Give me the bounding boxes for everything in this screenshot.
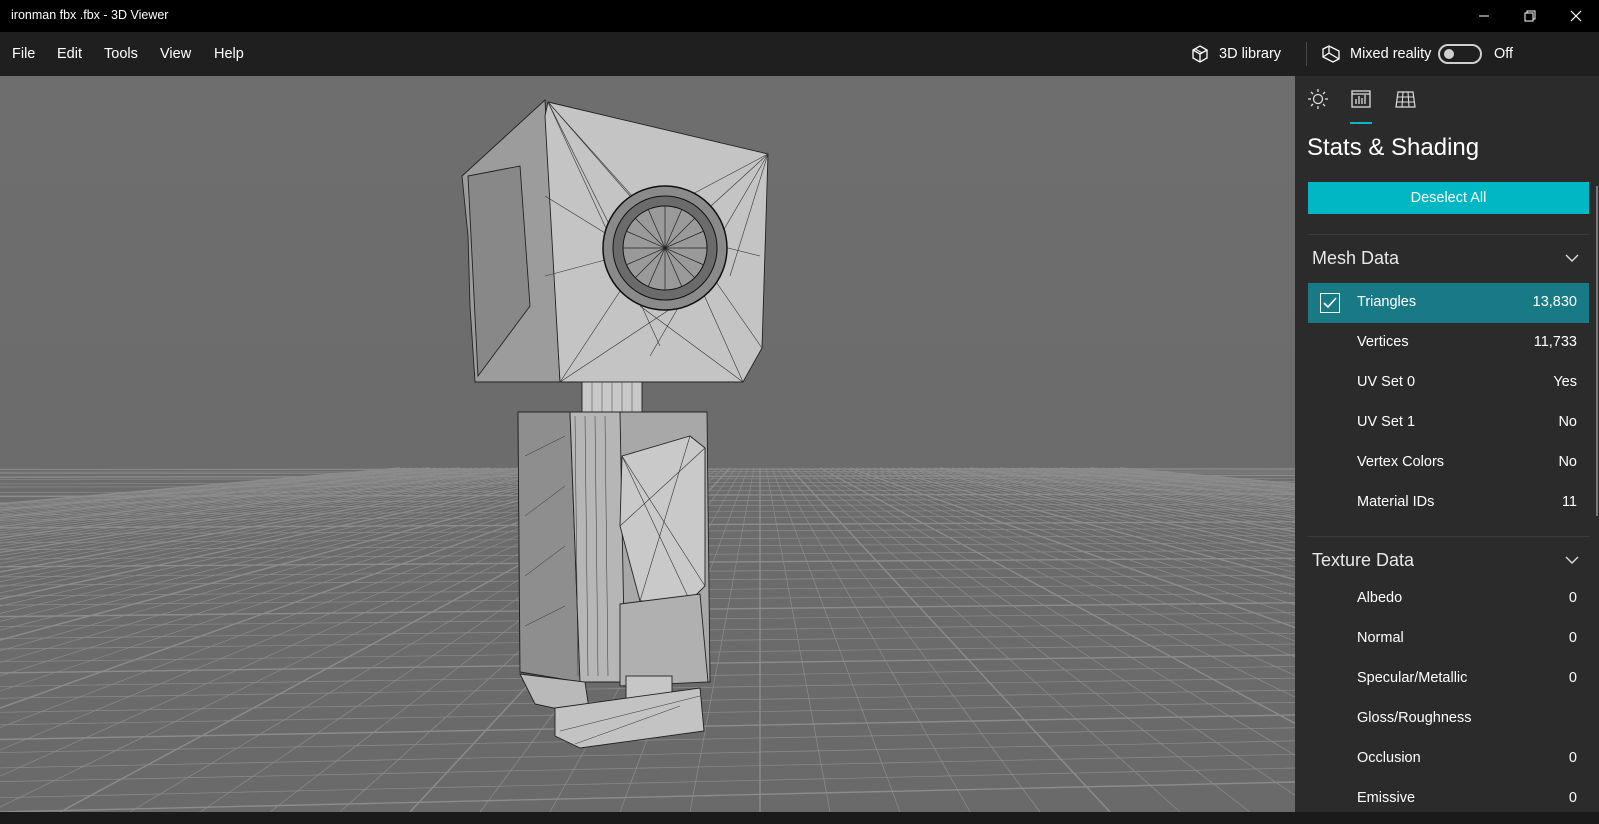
row-value: 0 [1568, 630, 1577, 646]
checkbox-checked[interactable] [1320, 293, 1340, 313]
mixed-reality-icon [1322, 45, 1340, 63]
row-label: UV Set 0 [1357, 374, 1416, 390]
stats-icon [1351, 90, 1371, 108]
close-icon [1570, 10, 1582, 22]
texture-row-occlusion[interactable]: Occlusion 0 [1308, 739, 1589, 779]
panel-scrollbar[interactable] [1596, 186, 1598, 516]
row-value: 0 [1568, 750, 1577, 766]
row-value: 13,830 [1532, 294, 1577, 310]
mesh-row-triangles[interactable]: Triangles 13,830 [1308, 283, 1589, 323]
row-label: UV Set 1 [1357, 414, 1416, 430]
row-value: No [1558, 454, 1577, 470]
texture-data-header[interactable]: Texture Data [1312, 550, 1414, 571]
row-label: Vertex Colors [1357, 454, 1445, 470]
mesh-row-uv-set-0[interactable]: UV Set 0 Yes [1308, 363, 1589, 403]
row-label: Specular/Metallic [1357, 670, 1468, 686]
mesh-row-vertices[interactable]: Vertices 11,733 [1308, 323, 1589, 363]
mesh-row-material-ids[interactable]: Material IDs 11 [1308, 483, 1589, 523]
mesh-data-header[interactable]: Mesh Data [1312, 248, 1399, 269]
row-value: 0 [1568, 590, 1577, 606]
cube-icon [1192, 45, 1208, 63]
row-value: Yes [1553, 374, 1577, 390]
3d-library-label: 3D library [1219, 46, 1282, 62]
row-value: 0 [1568, 670, 1577, 686]
mesh-row-uv-set-1[interactable]: UV Set 1 No [1308, 403, 1589, 443]
toggle-knob [1444, 49, 1454, 59]
sun-icon [1308, 89, 1328, 109]
close-button[interactable] [1553, 0, 1599, 32]
mixed-reality-state: Off [1494, 46, 1514, 62]
texture-row-normal[interactable]: Normal 0 [1308, 619, 1589, 659]
mixed-reality-toggle[interactable] [1438, 44, 1482, 64]
row-value: 11,733 [1533, 334, 1577, 350]
menu-view[interactable]: View [160, 46, 191, 62]
row-label: Normal [1357, 630, 1404, 646]
3d-viewport[interactable] [0, 76, 1295, 812]
model-scene[interactable] [0, 76, 1295, 812]
menu-help[interactable]: Help [214, 46, 244, 62]
minimize-icon [1479, 15, 1489, 17]
restore-icon [1524, 10, 1536, 22]
3d-library-button[interactable]: 3D library [1190, 42, 1281, 66]
menu-separator [1306, 42, 1307, 66]
title-bar: ironman fbx .fbx - 3D Viewer [0, 0, 1599, 32]
grid-icon [1395, 91, 1416, 108]
row-label: Triangles [1357, 294, 1417, 310]
tab-stats[interactable] [1347, 88, 1375, 124]
divider [1308, 536, 1589, 537]
stats-shading-panel: Stats & Shading Deselect All Mesh Data T… [1295, 76, 1599, 812]
row-label: Vertices [1357, 334, 1409, 350]
row-label: Gloss/Roughness [1357, 710, 1472, 726]
minimize-button[interactable] [1461, 0, 1507, 32]
chevron-down-icon[interactable] [1565, 254, 1579, 263]
divider [1308, 234, 1589, 235]
texture-row-albedo[interactable]: Albedo 0 [1308, 579, 1589, 619]
row-label: Albedo [1357, 590, 1403, 606]
menu-file[interactable]: File [12, 46, 35, 62]
deselect-all-button[interactable]: Deselect All [1308, 182, 1589, 214]
mesh-row-vertex-colors[interactable]: Vertex Colors No [1308, 443, 1589, 483]
menu-tools[interactable]: Tools [104, 46, 138, 62]
texture-row-specular-metallic[interactable]: Specular/Metallic 0 [1308, 659, 1589, 699]
row-label: Occlusion [1357, 750, 1421, 766]
window-title: ironman fbx .fbx - 3D Viewer [11, 8, 169, 22]
status-strip [0, 812, 1599, 824]
restore-button[interactable] [1507, 0, 1553, 32]
chevron-down-icon[interactable] [1565, 556, 1579, 565]
menu-bar: File Edit Tools View Help 3D library Mix… [0, 32, 1599, 76]
menu-edit[interactable]: Edit [57, 46, 82, 62]
panel-title: Stats & Shading [1307, 134, 1480, 161]
row-label: Material IDs [1357, 494, 1435, 510]
checkmark-icon [1323, 297, 1337, 309]
row-value: 0 [1568, 790, 1577, 806]
row-label: Emissive [1357, 790, 1416, 806]
mixed-reality-button[interactable]: Mixed reality [1321, 42, 1431, 66]
tab-grid[interactable] [1391, 88, 1419, 124]
row-value: No [1558, 414, 1577, 430]
row-value: 11 [1561, 494, 1577, 510]
texture-row-emissive[interactable]: Emissive 0 [1308, 779, 1589, 812]
tab-environment[interactable] [1304, 88, 1332, 124]
mixed-reality-label: Mixed reality [1350, 46, 1432, 62]
texture-row-gloss-roughness[interactable]: Gloss/Roughness [1308, 699, 1589, 739]
